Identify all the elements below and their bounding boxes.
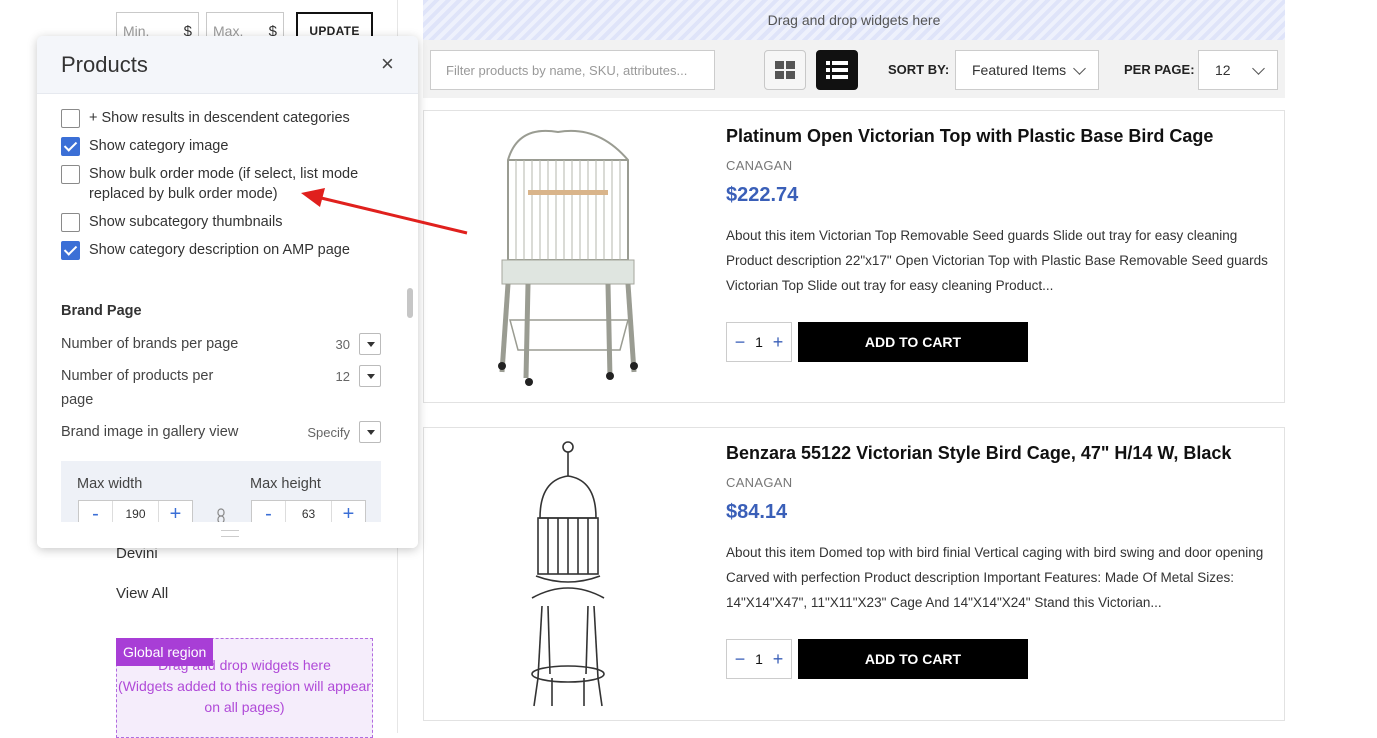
drag-handle-icon[interactable] (221, 530, 239, 537)
option-label: Show subcategory thumbnails (89, 214, 283, 230)
filter-placeholder: Filter products by name, SKU, attributes… (446, 62, 688, 78)
increase-qty-button[interactable]: + (770, 649, 786, 670)
option-label: + Show results in descendent categories (89, 110, 350, 126)
product-price: $222.74 (726, 184, 799, 206)
product-brand[interactable]: CANAGAN (726, 158, 792, 173)
global-region-tag: Global region (116, 638, 214, 666)
option-label: Show category image (89, 138, 229, 154)
brand-view-all-link[interactable]: View All (116, 585, 168, 602)
product-title[interactable]: Benzara 55122 Victorian Style Bird Cage,… (726, 443, 1231, 464)
add-to-cart-button[interactable]: ADD TO CART (798, 639, 1028, 679)
per-page-select[interactable]: 12 (1198, 50, 1278, 90)
chevron-down-icon (1073, 62, 1086, 75)
gallery-image-dropdown[interactable] (359, 421, 381, 443)
checkbox-show-amp-description[interactable] (61, 241, 80, 260)
product-description: About this item Domed top with bird fini… (726, 545, 1264, 610)
list-view-button[interactable] (816, 50, 858, 90)
gallery-image-label: Brand image in gallery view (61, 424, 239, 440)
products-per-page-dropdown[interactable] (359, 365, 381, 387)
grid-icon (775, 61, 795, 79)
checkbox-show-subcategory-thumbnails[interactable] (61, 213, 80, 232)
product-price: $84.14 (726, 501, 788, 523)
quantity-value[interactable]: 1 (755, 334, 763, 350)
gallery-image-value: Specify (307, 425, 350, 440)
quantity-stepper[interactable]: − 1 + (726, 639, 792, 679)
per-page-value: 12 (1215, 62, 1231, 78)
checkbox-show-bulk-order-mode[interactable] (61, 165, 80, 184)
panel-title: Products (61, 52, 148, 77)
top-widget-dropzone: Drag and drop widgets here (423, 0, 1285, 40)
grid-view-button[interactable] (764, 50, 806, 90)
product-image-victorian-cage[interactable] (522, 438, 612, 710)
product-filter-input[interactable]: Filter products by name, SKU, attributes… (430, 50, 715, 90)
decrease-qty-button[interactable]: − (732, 649, 748, 670)
checkbox-show-descendent-results[interactable] (61, 109, 80, 128)
panel-scrollbar[interactable] (407, 288, 413, 318)
decrease-qty-button[interactable]: − (732, 332, 748, 353)
brand-page-section-title: Brand Page (61, 303, 142, 319)
product-brand[interactable]: CANAGAN (726, 475, 792, 490)
chevron-down-icon (1252, 62, 1265, 75)
annotation-arrow-icon (301, 188, 468, 235)
top-widget-text: Drag and drop widgets here (767, 12, 941, 28)
option-label: Show category description on AMP page (89, 242, 350, 258)
checkbox-show-category-image[interactable] (61, 137, 80, 156)
products-per-page-value: 12 (335, 369, 350, 384)
sort-select[interactable]: Featured Items (955, 50, 1099, 90)
brands-per-page-dropdown[interactable] (359, 333, 381, 355)
increase-qty-button[interactable]: + (770, 332, 786, 353)
product-image-bird-cage[interactable] (488, 120, 648, 392)
max-width-label: Max width (77, 476, 143, 492)
products-per-page-label: Number of products per page (61, 368, 214, 408)
add-to-cart-button[interactable]: ADD TO CART (798, 322, 1028, 362)
list-icon (826, 61, 848, 79)
brands-per-page-label: Number of brands per page (61, 336, 239, 352)
close-icon[interactable]: × (381, 53, 394, 75)
product-description: About this item Victorian Top Removable … (726, 228, 1268, 293)
brands-per-page-value: 30 (335, 337, 350, 352)
panel-header: Products × (37, 36, 418, 94)
quantity-value[interactable]: 1 (755, 651, 763, 667)
sort-value: Featured Items (972, 62, 1067, 78)
per-page-label: PER PAGE: (1124, 62, 1195, 77)
product-title[interactable]: Platinum Open Victorian Top with Plastic… (726, 126, 1213, 147)
max-height-label: Max height (250, 476, 321, 492)
sort-by-label: SORT BY: (888, 62, 950, 77)
quantity-stepper[interactable]: − 1 + (726, 322, 792, 362)
